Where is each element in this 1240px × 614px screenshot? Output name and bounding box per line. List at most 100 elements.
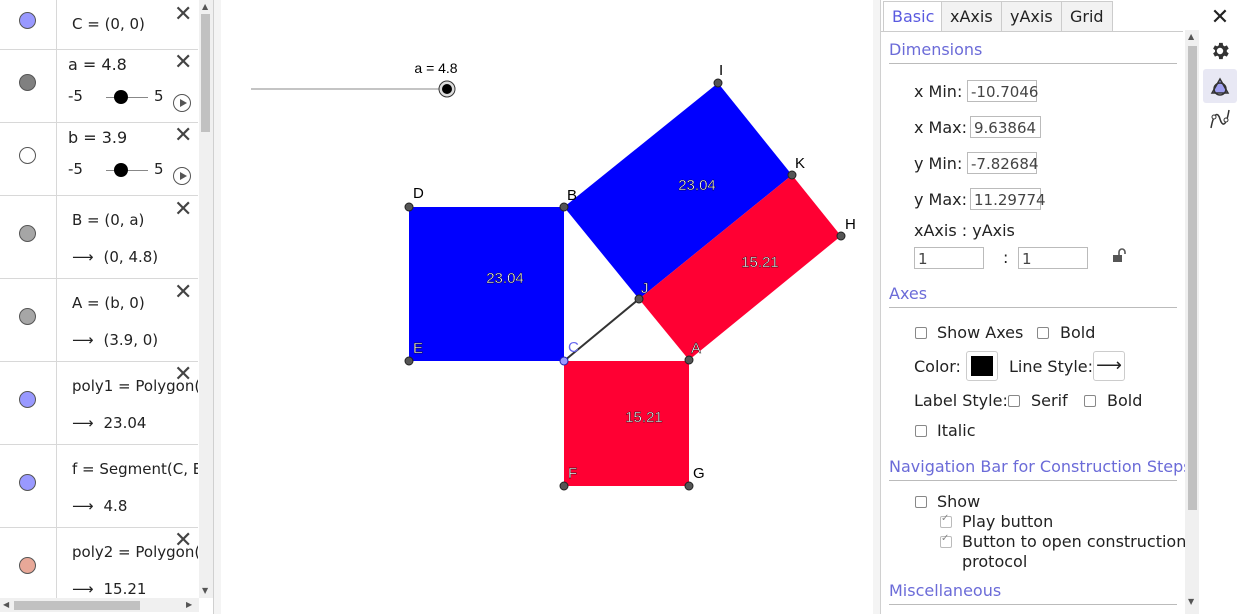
visibility-marble[interactable] [19, 474, 36, 491]
section-divider [889, 63, 1177, 64]
section-axes: Axes [889, 284, 928, 303]
algebra-row-poly2[interactable]: poly2 = Polygon( ⟶ 15.21 ✕ [0, 527, 198, 598]
delete-icon[interactable]: ✕ [174, 52, 192, 74]
delete-icon[interactable]: ✕ [174, 364, 192, 386]
gear-icon[interactable] [1203, 34, 1237, 68]
xmin-input[interactable]: -10.7046 [967, 80, 1038, 102]
graphics-style-icon[interactable] [1203, 69, 1237, 103]
tab-grid[interactable]: Grid [1061, 1, 1113, 31]
axis-color-button[interactable] [966, 351, 998, 381]
slider-knob[interactable] [114, 163, 128, 177]
point-H[interactable] [836, 231, 846, 241]
tab-yaxis[interactable]: yAxis [1001, 1, 1062, 31]
scroll-down-icon[interactable]: ▼ [1188, 597, 1194, 606]
delete-icon[interactable]: ✕ [174, 125, 192, 147]
marble-column [0, 527, 57, 598]
algebra-vertical-scrollbar[interactable]: ▲ ▼ [199, 0, 213, 598]
play-button-checkbox[interactable] [940, 513, 952, 528]
point-E[interactable] [404, 356, 414, 366]
play-icon[interactable] [173, 167, 191, 185]
point-B[interactable] [559, 202, 569, 212]
algebra-row-A[interactable]: A = (b, 0) ⟶ (3.9, 0) ✕ [0, 278, 198, 362]
tab-xaxis[interactable]: xAxis [941, 1, 1002, 31]
visibility-marble[interactable] [19, 147, 36, 164]
delete-icon[interactable]: ✕ [174, 530, 192, 552]
point-D[interactable] [404, 202, 414, 212]
serif-checkbox[interactable] [1008, 395, 1020, 407]
delete-icon[interactable]: ✕ [174, 282, 192, 304]
show-axes-label: Show Axes [937, 323, 1024, 342]
value-text: 23.04 [103, 414, 147, 432]
open-protocol-checkbox[interactable] [940, 533, 952, 548]
ymax-label: y Max: [914, 190, 968, 209]
show-axes-checkbox[interactable] [915, 327, 927, 339]
slider-max: 5 [154, 160, 164, 178]
point-I[interactable] [713, 78, 723, 88]
play-icon[interactable] [173, 94, 191, 112]
visibility-marble[interactable] [19, 225, 36, 242]
properties-scrollbar[interactable]: ▲ ▼ [1185, 30, 1199, 614]
graphics-view[interactable]: a = 4.8 23.04 23.04 15.21 15.21 I K H D … [221, 0, 873, 614]
show-nav-checkbox[interactable] [915, 496, 927, 508]
xmin-label: x Min: [914, 82, 963, 101]
visibility-marble[interactable] [19, 557, 36, 574]
label-bold-checkbox[interactable] [1084, 395, 1096, 407]
point-A[interactable] [684, 355, 694, 365]
properties-toolbar: ✕ [1199, 0, 1240, 614]
scroll-up-icon[interactable]: ▲ [1188, 32, 1194, 41]
algebra-row-B[interactable]: B = (0, a) ⟶ (0, 4.8) ✕ [0, 195, 198, 279]
scroll-right-icon[interactable]: ▶ [186, 600, 192, 609]
ymin-input[interactable]: -7.82684 [967, 152, 1038, 174]
function-style-icon[interactable] [1203, 102, 1237, 136]
view-divider[interactable] [873, 0, 881, 614]
visibility-marble[interactable] [19, 74, 36, 91]
close-icon[interactable]: ✕ [1203, 0, 1237, 34]
italic-checkbox[interactable] [915, 425, 927, 437]
arrow-icon: ⟶ [72, 580, 94, 598]
algebra-horizontal-scrollbar[interactable]: ◀ ▶ [0, 598, 199, 612]
visibility-marble[interactable] [19, 12, 36, 29]
point-C[interactable] [559, 356, 569, 366]
ratio-x-input[interactable]: 1 [914, 247, 984, 269]
point-label-I: I [719, 62, 723, 79]
open-protocol-label: Button to open construction [962, 532, 1187, 551]
area-label-red-right: 15.21 [741, 254, 779, 271]
delete-icon[interactable]: ✕ [174, 199, 192, 221]
graphics-slider-knob[interactable] [442, 84, 452, 94]
slider-b[interactable]: -5 5 [68, 160, 168, 180]
algebra-value: ⟶ 15.21 [72, 580, 146, 598]
unlock-icon[interactable] [1111, 248, 1127, 268]
point-K[interactable] [787, 170, 797, 180]
point-label-B: B [567, 187, 577, 204]
ratio-y-input[interactable]: 1 [1018, 247, 1088, 269]
scroll-up-icon[interactable]: ▲ [202, 2, 208, 11]
scrollbar-thumb[interactable] [14, 601, 140, 610]
graphics-canvas[interactable]: a = 4.8 23.04 23.04 15.21 15.21 I K H D … [221, 0, 873, 614]
algebra-view: C = (0, 0) ✕ a = 4.8 ✕ -5 5 b = 3.9 ✕ -5… [0, 0, 213, 614]
value-text: (0, 4.8) [103, 248, 159, 266]
algebra-row-f[interactable]: f = Segment(C, B ⟶ 4.8 [0, 444, 198, 528]
point-F[interactable] [559, 481, 569, 491]
visibility-marble[interactable] [19, 308, 36, 325]
algebra-row-C[interactable]: C = (0, 0) ✕ [0, 0, 198, 50]
scrollbar-thumb[interactable] [1188, 46, 1197, 510]
ymax-input[interactable]: 11.29774 [970, 188, 1046, 210]
line-style-button[interactable]: ⟶ [1093, 351, 1125, 381]
marble-column [0, 195, 57, 278]
scrollbar-thumb[interactable] [201, 14, 210, 132]
algebra-row-poly1[interactable]: poly1 = Polygon( ⟶ 23.04 ✕ [0, 361, 198, 445]
xmax-input[interactable]: 9.63864 [970, 116, 1041, 138]
slider-a[interactable]: -5 5 [68, 87, 168, 107]
point-G[interactable] [684, 481, 694, 491]
bold-axes-checkbox[interactable] [1037, 327, 1049, 339]
slider-knob[interactable] [114, 90, 128, 104]
visibility-marble[interactable] [19, 391, 36, 408]
algebra-row-a[interactable]: a = 4.8 ✕ -5 5 [0, 49, 198, 123]
scroll-down-icon[interactable]: ▼ [202, 586, 208, 595]
delete-icon[interactable]: ✕ [174, 4, 192, 26]
algebra-row-b[interactable]: b = 3.9 ✕ -5 5 [0, 122, 198, 196]
scroll-left-icon[interactable]: ◀ [3, 600, 9, 609]
tab-basic[interactable]: Basic [883, 1, 944, 31]
view-divider[interactable] [213, 0, 221, 614]
area-label-red-bottom: 15.21 [625, 409, 663, 426]
